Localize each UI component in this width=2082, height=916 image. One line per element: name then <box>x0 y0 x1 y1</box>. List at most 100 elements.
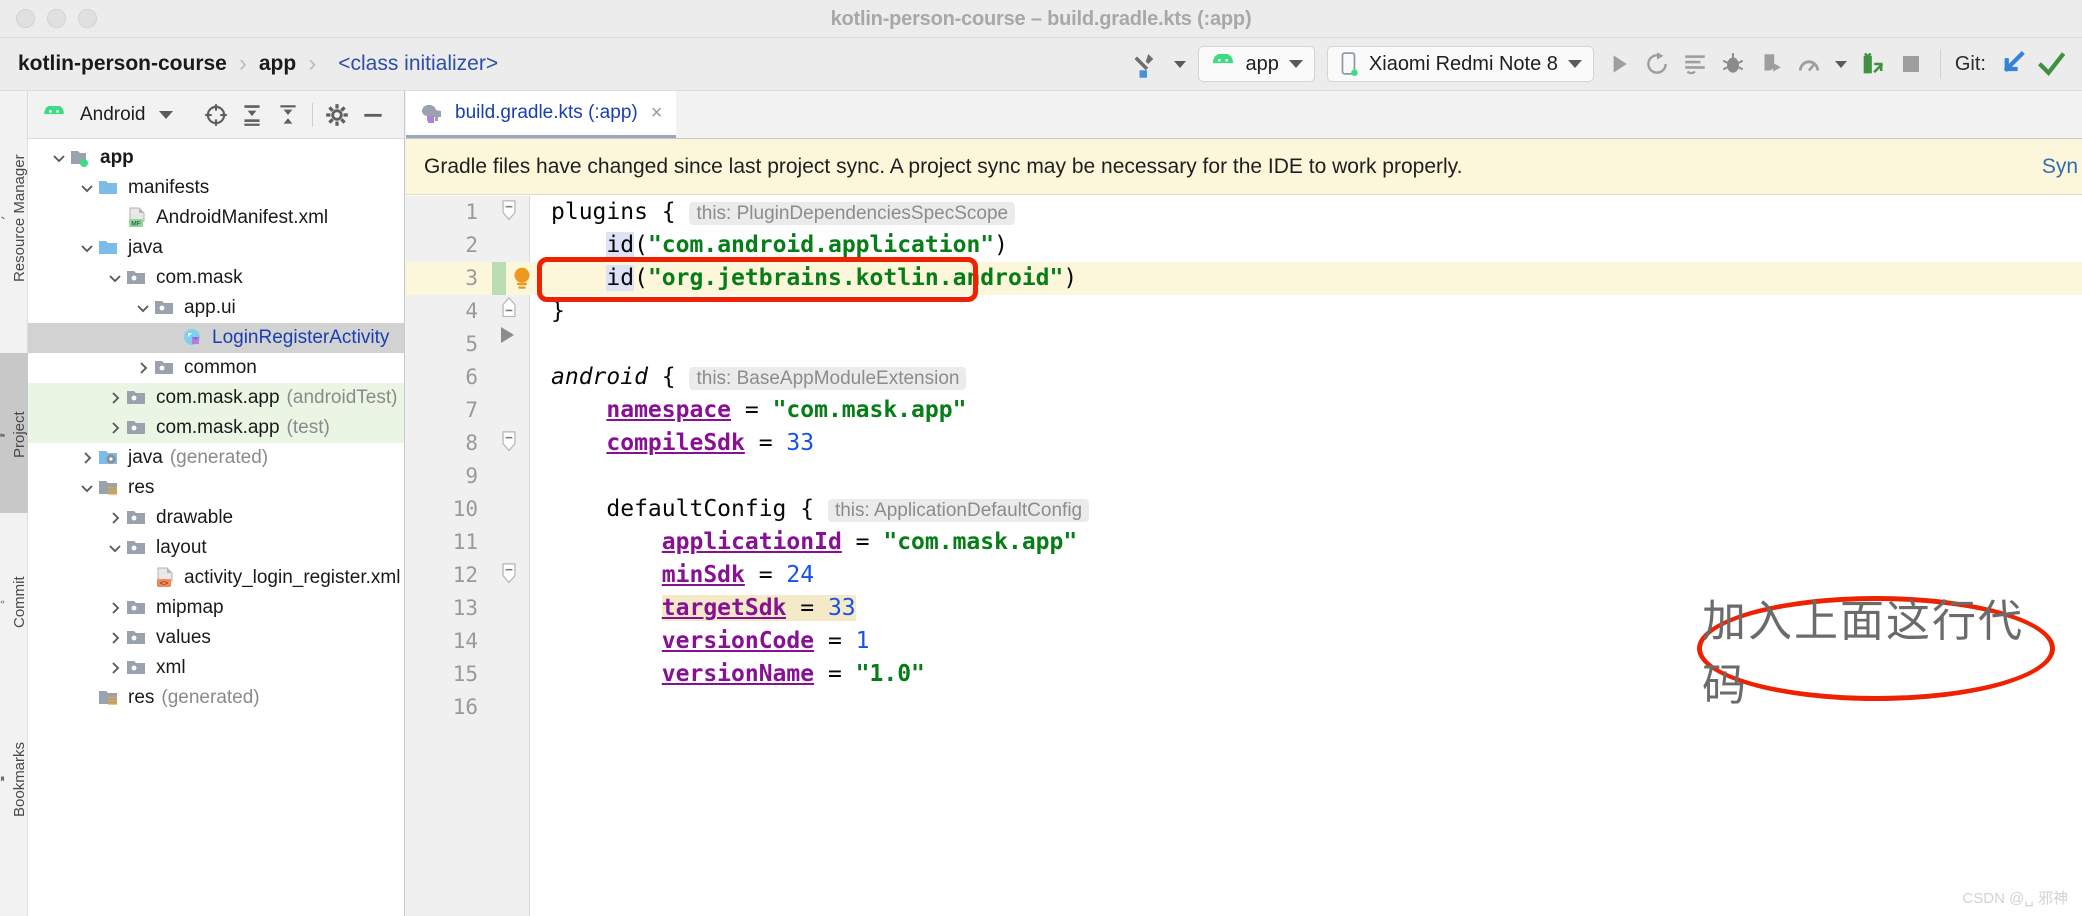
fold-marker-icon[interactable] <box>498 563 520 585</box>
code-line: compileSdk = 33 <box>551 427 814 460</box>
breadcrumb-item-project[interactable]: kotlin-person-course <box>18 52 227 76</box>
fold-marker-icon[interactable] <box>498 297 520 319</box>
tree-item-manifests[interactable]: manifests <box>28 173 404 203</box>
editor-tab-build-gradle[interactable]: build.gradle.kts (:app) × <box>406 91 677 138</box>
tree-item-java[interactable]: java (generated) <box>28 443 404 473</box>
attach-debugger-button[interactable] <box>1752 45 1790 83</box>
res-folder-icon <box>99 691 117 705</box>
build-dropdown-button[interactable] <box>1168 38 1192 91</box>
collapse-all-icon <box>279 104 296 124</box>
tree-item-layout[interactable]: layout <box>28 533 404 563</box>
chevron-down-icon[interactable] <box>48 147 70 169</box>
code-property: versionName <box>661 661 815 687</box>
device-manager-button[interactable] <box>1854 45 1892 83</box>
chevron-right-icon[interactable] <box>104 387 126 409</box>
line-number: 1 <box>465 200 478 224</box>
expand-all-button[interactable] <box>236 99 268 131</box>
code-text: plugins { <box>551 199 690 225</box>
project-view-chevron[interactable] <box>150 99 182 131</box>
sidebar-tab-resource-manager[interactable]: Resource Manager <box>0 91 28 341</box>
device-selector[interactable]: Xiaomi Redmi Note 8 <box>1321 38 1600 91</box>
tree-item-java[interactable]: java <box>28 233 404 263</box>
chevron-right-icon[interactable] <box>104 507 126 529</box>
chevron-down-icon[interactable] <box>104 537 126 559</box>
code-string: "com.android.application" <box>647 232 995 258</box>
intention-bulb-icon[interactable] <box>507 264 537 294</box>
tree-item-app[interactable]: app <box>28 143 404 173</box>
chevron-down-icon[interactable] <box>104 267 126 289</box>
header-divider <box>311 102 313 127</box>
sync-now-link[interactable]: Syn <box>2042 155 2082 179</box>
chevron-right-icon[interactable] <box>104 597 126 619</box>
tree-item-loginregisteractivity[interactable]: LoginRegisterActivity <box>28 323 404 353</box>
tree-item-activity-login-register-xml[interactable]: <> activity_login_register.xml <box>28 563 404 593</box>
sidebar-tab-project[interactable]: Project <box>0 353 28 513</box>
run-config-label: app <box>1245 52 1279 75</box>
window-controls[interactable] <box>0 9 97 28</box>
chevron-right-icon[interactable] <box>104 657 126 679</box>
tree-item-com-mask[interactable]: com.mask <box>28 263 404 293</box>
close-window-button[interactable] <box>16 9 35 28</box>
apply-code-changes-button[interactable] <box>1676 45 1714 83</box>
update-project-button[interactable] <box>1994 45 2032 83</box>
code-line: plugins { this: PluginDependenciesSpecSc… <box>551 196 1016 229</box>
tree-item-mipmap[interactable]: mipmap <box>28 593 404 623</box>
hide-panel-button[interactable] <box>357 99 389 131</box>
chevron-right-icon[interactable] <box>104 417 126 439</box>
apply-changes-button[interactable] <box>1638 45 1676 83</box>
build-button[interactable] <box>1126 38 1168 91</box>
minimize-window-button[interactable] <box>47 9 66 28</box>
panel-settings-button[interactable] <box>321 99 353 131</box>
res-folder-icon <box>98 478 122 498</box>
tree-item-com-mask-app[interactable]: com.mask.app (test) <box>28 413 404 443</box>
sidebar-tab-bookmarks[interactable]: Bookmarks <box>0 687 28 867</box>
chevron-down-icon[interactable] <box>132 297 154 319</box>
breadcrumb-item-class-initializer[interactable]: <class initializer> <box>328 52 498 76</box>
tree-item-res[interactable]: res (generated) <box>28 683 404 713</box>
chevron-down-icon[interactable] <box>76 177 98 199</box>
tree-item-androidmanifest-xml[interactable]: MF AndroidManifest.xml <box>28 203 404 233</box>
tree-item-drawable[interactable]: drawable <box>28 503 404 533</box>
close-icon[interactable]: × <box>651 102 663 125</box>
zoom-window-button[interactable] <box>78 9 97 28</box>
svg-text:MF: MF <box>131 221 141 228</box>
chevron-down-icon[interactable] <box>76 237 98 259</box>
fold-marker-icon[interactable] <box>498 200 520 222</box>
chevron-right-icon[interactable] <box>76 447 98 469</box>
project-tree[interactable]: app manifests MF AndroidManifest.xml java com… <box>28 139 404 713</box>
profile-dropdown-button[interactable] <box>1828 45 1854 83</box>
select-opened-file-button[interactable] <box>200 99 232 131</box>
package-folder-icon <box>127 421 145 434</box>
chevron-down-icon[interactable] <box>76 477 98 499</box>
run-button[interactable] <box>1600 45 1638 83</box>
chevron-right-icon[interactable] <box>132 357 154 379</box>
code-text: = <box>841 529 884 555</box>
run-gutter-icon[interactable] <box>496 324 518 346</box>
run-configuration-selector[interactable]: app <box>1192 38 1321 91</box>
tree-item-xml[interactable]: xml <box>28 653 404 683</box>
tree-item-values[interactable]: values <box>28 623 404 653</box>
code-editor[interactable]: 1 2 3 4 5 6 7 8 9 10 11 12 13 14 15 16 plugins { this: … <box>406 196 2082 916</box>
breadcrumb-item-module[interactable]: app <box>259 52 296 76</box>
sidebar-tab-commit[interactable]: Commit <box>0 525 28 675</box>
fold-marker-icon[interactable] <box>498 431 520 453</box>
chevron-right-icon[interactable] <box>104 627 126 649</box>
stop-button[interactable] <box>1892 45 1930 83</box>
code-property: namespace <box>606 397 732 423</box>
collapse-all-button[interactable] <box>272 99 304 131</box>
profile-button[interactable] <box>1790 45 1828 83</box>
code-text: ( <box>634 265 648 291</box>
code-property: versionCode <box>661 628 815 654</box>
project-panel: Android app manifests MF AndroidManifest… <box>28 91 405 916</box>
tree-item-app-ui[interactable]: app.ui <box>28 293 404 323</box>
tree-item-common[interactable]: common <box>28 353 404 383</box>
debug-button[interactable] <box>1714 45 1752 83</box>
crosshair-target-icon <box>204 103 227 126</box>
tree-item-com-mask-app[interactable]: com.mask.app (androidTest) <box>28 383 404 413</box>
commit-button[interactable] <box>2032 45 2070 83</box>
tree-item-res[interactable]: res <box>28 473 404 503</box>
code-line: versionName = "1.0" <box>551 658 925 691</box>
project-view-selector-label[interactable]: Android <box>80 104 146 126</box>
